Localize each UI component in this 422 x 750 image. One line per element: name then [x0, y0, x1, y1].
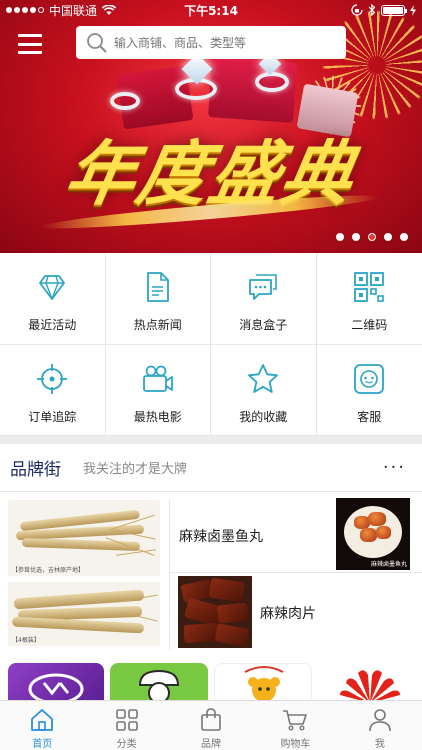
menu-item-my-favorites[interactable]: 我的收藏 — [211, 345, 317, 436]
qrcode-icon — [354, 272, 385, 302]
menu-item-label: 消息盒子 — [239, 318, 288, 332]
brand-logo-strip — [0, 660, 422, 700]
carousel-dot[interactable] — [384, 233, 392, 241]
carousel-dots — [336, 233, 408, 241]
customer-service-icon — [354, 364, 385, 394]
tab-label: 我 — [374, 739, 385, 750]
menu-item-label: 二维码 — [351, 318, 388, 332]
tab-label: 首页 — [32, 739, 53, 750]
search-input[interactable] — [114, 35, 334, 50]
menu-button[interactable] — [18, 34, 42, 54]
product-name[interactable]: 麻辣卤墨鱼丸 — [179, 526, 263, 546]
divider — [170, 572, 422, 573]
section-title: 品牌街 — [10, 460, 61, 480]
tab-me[interactable]: 我 — [338, 701, 422, 750]
menu-item-qrcode[interactable]: 二维码 — [316, 253, 422, 345]
menu-item-hot-movies[interactable]: 最热电影 — [105, 345, 211, 436]
category-grid-icon — [115, 709, 138, 731]
carousel-dot-active[interactable] — [368, 233, 376, 241]
lock-rotation-icon — [351, 4, 363, 16]
menu-item-label: 最热电影 — [133, 410, 182, 424]
ring-image — [110, 92, 140, 110]
brand-logo[interactable] — [110, 663, 208, 700]
menu-item-label: 我的收藏 — [239, 410, 288, 424]
shopping-bag-icon — [201, 708, 221, 731]
bottom-tab-bar: 首页 分类 品牌 购物车 我 — [0, 700, 422, 750]
menu-item-recent-events[interactable]: 最近活动 — [0, 253, 106, 345]
status-bar: 中国联通 下午5:14 — [0, 0, 422, 20]
brand-logo[interactable] — [8, 663, 104, 700]
tab-label: 品牌 — [201, 739, 222, 750]
cart-icon — [283, 710, 308, 731]
menu-item-customer-service[interactable]: 客服 — [316, 345, 422, 436]
tab-label: 购物车 — [280, 739, 311, 750]
menu-item-hot-news[interactable]: 热点新闻 — [105, 253, 211, 345]
menu-item-label: 客服 — [357, 410, 382, 424]
menu-item-order-tracking[interactable]: 订单追踪 — [0, 345, 106, 436]
brand-street-body: 【参茸优选，吉林原产地】 【4根装】 麻辣卤墨鱼丸 麻辣卤墨鱼丸 麻辣肉片 — [0, 492, 422, 658]
search-icon — [87, 32, 107, 53]
ring-image — [255, 72, 289, 92]
squid-ball-product-image[interactable]: 麻辣卤墨鱼丸 — [336, 498, 410, 570]
wifi-icon — [102, 4, 117, 15]
diamond-icon — [39, 275, 66, 300]
menu-item-label: 热点新闻 — [133, 318, 182, 332]
clock: 下午5:14 — [184, 3, 238, 18]
carrier-name: 中国联通 — [49, 3, 98, 18]
spicy-jerky-product-image[interactable] — [178, 576, 252, 648]
person-icon — [369, 709, 391, 732]
ginseng-product-image[interactable]: 【4根装】 — [8, 582, 160, 646]
product-name[interactable]: 麻辣肉片 — [260, 603, 316, 623]
video-camera-icon — [142, 365, 173, 392]
brand-logo[interactable] — [214, 663, 312, 700]
tab-brand[interactable]: 品牌 — [169, 701, 253, 750]
star-icon — [248, 364, 279, 393]
menu-item-message-box[interactable]: 消息盒子 — [211, 253, 317, 345]
image-caption: 【4根装】 — [12, 637, 40, 644]
more-button[interactable]: ··· — [383, 457, 406, 478]
charging-icon — [410, 4, 416, 16]
gift-box — [208, 57, 297, 123]
brand-logo[interactable] — [318, 663, 422, 700]
section-subtitle: 我关注的才是大牌 — [83, 462, 188, 477]
image-caption: 【参茸优选，吉林原产地】 — [12, 567, 85, 574]
image-caption: 麻辣卤墨鱼丸 — [370, 561, 407, 568]
menu-item-label: 订单追踪 — [28, 410, 77, 424]
carousel-dot[interactable] — [352, 233, 360, 241]
tab-cart[interactable]: 购物车 — [253, 701, 337, 750]
tab-home[interactable]: 首页 — [0, 701, 84, 750]
battery-icon — [381, 4, 407, 16]
brand-street-header: 品牌街 我关注的才是大牌 ··· — [0, 444, 422, 492]
carousel-dot[interactable] — [336, 233, 344, 241]
section-divider — [0, 436, 422, 444]
home-icon — [31, 709, 54, 731]
menu-item-label: 最近活动 — [28, 318, 77, 332]
search-bar[interactable] — [76, 26, 346, 59]
tab-category[interactable]: 分类 — [84, 701, 168, 750]
divider — [169, 500, 170, 650]
tab-label: 分类 — [116, 739, 137, 750]
crosshair-icon — [37, 364, 68, 394]
quick-menu-grid: 最近活动 热点新闻 消息盒子 二维码 订单追踪 最热电影 我的收藏 客服 — [0, 253, 422, 436]
bluetooth-icon — [368, 4, 376, 16]
signal-strength-icon — [6, 7, 44, 13]
ginseng-product-image[interactable]: 【参茸优选，吉林原产地】 — [8, 500, 160, 576]
carousel-dot[interactable] — [400, 233, 408, 241]
document-icon — [146, 272, 169, 302]
message-icon — [249, 274, 278, 300]
